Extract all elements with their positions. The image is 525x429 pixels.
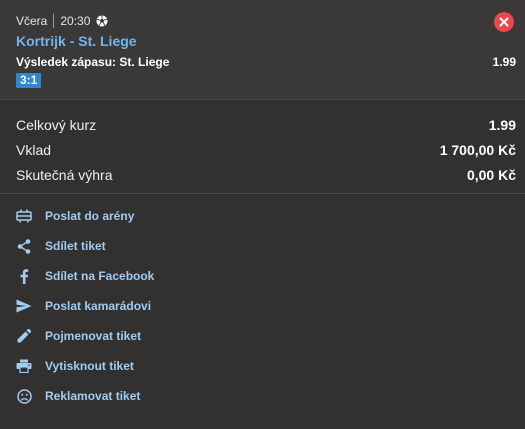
score-badge: 3:1 (16, 73, 42, 88)
pencil-icon (16, 328, 32, 344)
share-facebook-link[interactable]: Sdílet na Facebook (16, 266, 154, 286)
send-to-friend-link[interactable]: Poslat kamarádovi (16, 296, 151, 316)
sad-face-icon (16, 388, 32, 404)
arena-icon (16, 208, 32, 224)
soccer-ball-icon (96, 15, 108, 27)
bet-card: Včera 20:30 Kortrijk - St. Liege Výslede… (0, 0, 525, 100)
facebook-icon (16, 268, 32, 284)
share-icon (16, 238, 32, 254)
total-odds-row: Celkový kurz 1.99 (16, 116, 516, 134)
printer-icon (16, 358, 32, 374)
stake-value: 1 700,00 Kč (439, 142, 516, 158)
total-odds-value: 1.99 (488, 117, 516, 133)
claim-ticket-link[interactable]: Reklamovat tiket (16, 386, 140, 406)
action-label: Reklamovat tiket (45, 389, 141, 403)
win-value: 0,00 Kč (466, 167, 516, 183)
remove-bet-button[interactable] (494, 12, 514, 32)
close-icon (499, 17, 509, 27)
ticket-summary: Celkový kurz 1.99 Vklad 1 700,00 Kč Skut… (0, 100, 525, 194)
action-label: Poslat do arény (45, 209, 135, 223)
share-ticket-link[interactable]: Sdílet tiket (16, 236, 106, 256)
action-label: Sdílet tiket (45, 239, 106, 253)
win-row: Skutečná výhra 0,00 Kč (16, 166, 516, 184)
stake-label: Vklad (16, 142, 52, 158)
action-label: Vytisknout tiket (45, 359, 134, 373)
stake-row: Vklad 1 700,00 Kč (16, 141, 516, 159)
action-label: Sdílet na Facebook (45, 269, 155, 283)
meta-divider (53, 14, 55, 28)
bet-meta-row: Včera 20:30 (16, 13, 108, 29)
action-label: Poslat kamarádovi (45, 299, 152, 313)
send-to-arena-link[interactable]: Poslat do arény (16, 206, 134, 226)
win-label: Skutečná výhra (16, 167, 113, 183)
bet-time: 20:30 (60, 14, 91, 28)
bet-day: Včera (16, 14, 48, 28)
send-icon (16, 298, 32, 314)
rename-ticket-link[interactable]: Pojmenovat tiket (16, 326, 141, 346)
match-link[interactable]: Kortrijk - St. Liege (16, 33, 137, 49)
action-label: Pojmenovat tiket (45, 329, 142, 343)
bet-market: Výsledek zápasu: St. Liege (16, 55, 170, 69)
bet-odds: 1.99 (492, 55, 516, 69)
print-ticket-link[interactable]: Vytisknout tiket (16, 356, 134, 376)
total-odds-label: Celkový kurz (16, 117, 97, 133)
